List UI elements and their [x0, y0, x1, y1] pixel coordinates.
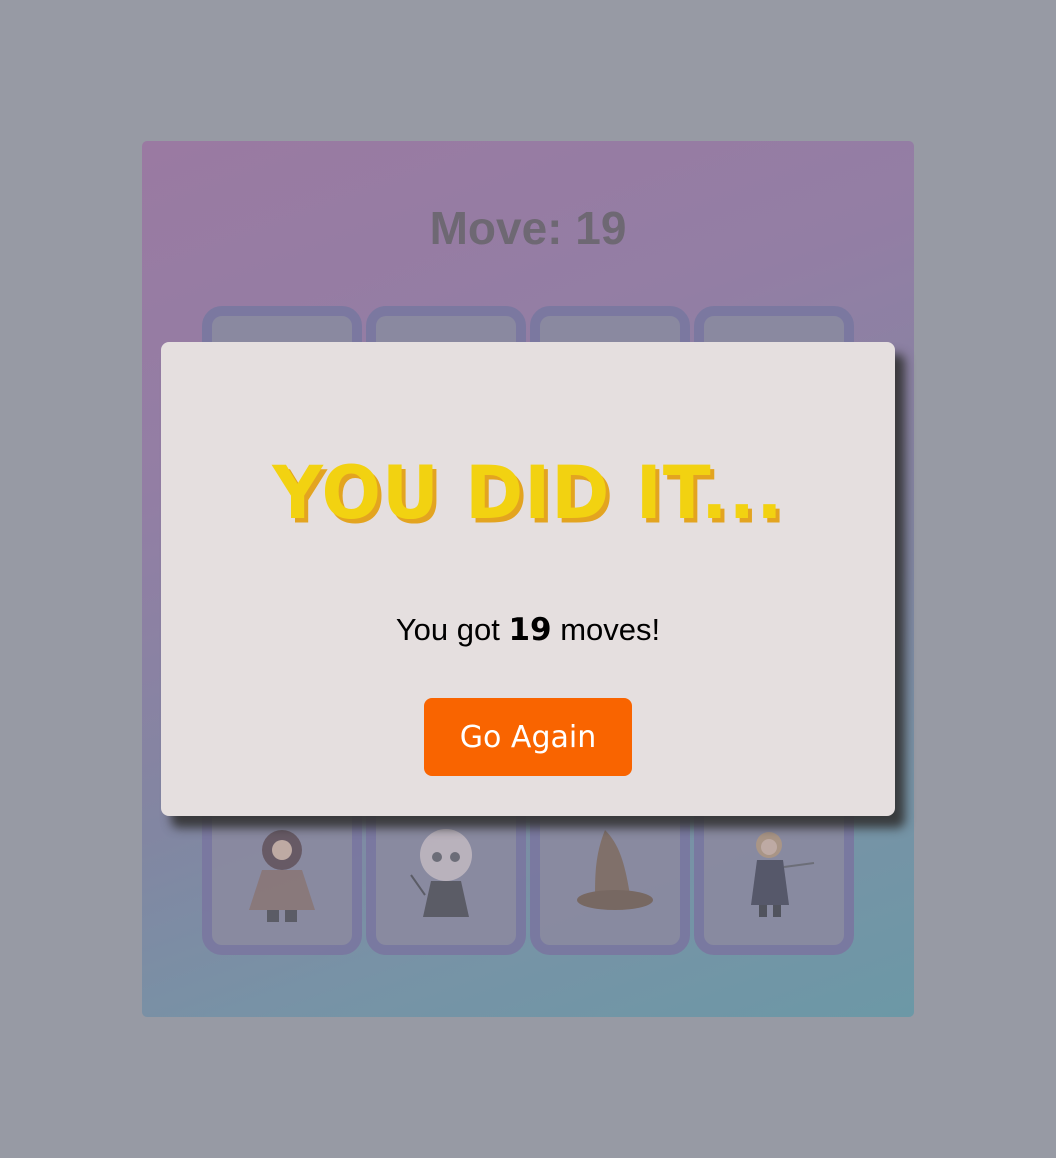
win-dialog: YOU DID IT... You got 19 moves! Go Again [161, 342, 895, 816]
msg-suffix: moves! [551, 612, 661, 647]
hagrid-icon [249, 830, 315, 922]
sorting-hat-icon [577, 830, 653, 910]
hermione-icon [751, 832, 815, 917]
move-counter: Move: 19 [429, 202, 627, 254]
win-message: You got 19 moves! [161, 612, 895, 648]
card-hermione[interactable] [694, 795, 854, 955]
voldemort-icon [410, 829, 472, 917]
go-again-button[interactable]: Go Again [424, 698, 632, 776]
msg-prefix: You got [395, 612, 509, 647]
card-hagrid[interactable] [202, 795, 362, 955]
card-sorting-hat[interactable] [530, 795, 690, 955]
card-voldemort[interactable] [366, 795, 526, 955]
move-count: 19 [508, 612, 552, 648]
win-title: YOU DID IT... [272, 449, 784, 537]
